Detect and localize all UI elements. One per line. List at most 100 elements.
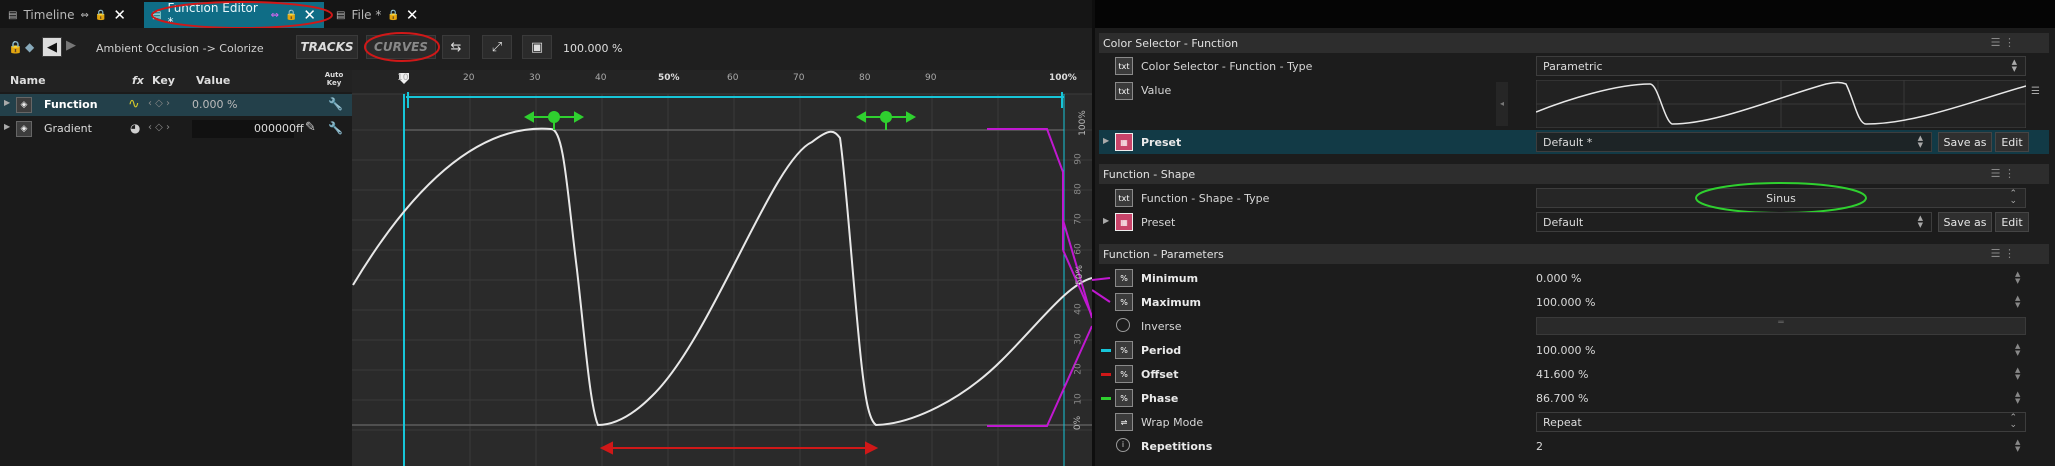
select-value: Parametric xyxy=(1543,59,1603,73)
collapse-icon[interactable]: ◂ xyxy=(1496,82,1508,126)
menu-icon[interactable]: ☰ ⋮ xyxy=(1991,167,2015,180)
spinner-icon[interactable]: ▲ ▼ xyxy=(2015,439,2020,453)
back-icon[interactable]: ◀ xyxy=(42,37,62,57)
chevron-updown-icon: ▲ ▼ xyxy=(1917,134,1923,149)
key-nav-icon[interactable]: ‹ ◇ › xyxy=(148,122,170,133)
section-title: Function - Parameters xyxy=(1103,247,1224,261)
v-ruler-tick: 40 xyxy=(1073,303,1084,315)
track-type-icon: ◈ xyxy=(16,97,32,113)
prop-minimum: % Minimum 0.000 % ▲ ▼ xyxy=(1099,266,2049,290)
wrap-mode-select[interactable]: Repeat ⌃ ⌄ xyxy=(1536,412,2026,432)
lock-icon[interactable]: 🔒 xyxy=(8,40,23,54)
picker-icon[interactable]: 🔧 xyxy=(328,121,343,135)
prop-label: Maximum xyxy=(1141,295,1201,309)
tab-file[interactable]: ▤ File * 🔒 ✕ xyxy=(328,2,438,28)
chevron-updown-icon: ▲ ▼ xyxy=(1917,214,1923,229)
curve-preview[interactable] xyxy=(1536,80,2026,128)
expand-icon[interactable]: ▶ xyxy=(1103,136,1109,145)
fit-all-icon[interactable]: ▣ xyxy=(522,35,552,59)
expand-icon[interactable]: ▶ xyxy=(1103,216,1109,225)
connector-lines xyxy=(1092,277,1111,303)
track-row-function[interactable]: ▶ ◈ Function ∿ ‹ ◇ › 0.000 % 🔧 xyxy=(0,94,352,116)
v-ruler-tick: 0% xyxy=(1073,415,1084,431)
ruler-tick: 30 xyxy=(529,73,541,83)
prop-label: Offset xyxy=(1141,367,1179,381)
lock-icon[interactable]: 🔒 xyxy=(95,10,107,21)
curve-canvas[interactable] xyxy=(352,70,1092,466)
track-type-icon: ◈ xyxy=(16,121,32,137)
chevron-updown-icon: ⌃ ⌄ xyxy=(2009,189,2017,206)
eyedropper-icon[interactable]: ✎ xyxy=(305,120,316,135)
floppy-icon: ▦ xyxy=(1115,213,1133,231)
prop-label: Minimum xyxy=(1141,271,1199,285)
picker-icon[interactable]: 🔧 xyxy=(328,97,343,111)
prop-shape-type: txt Function - Shape - Type Sinus ⌃ ⌄ xyxy=(1099,186,2049,210)
inverse-toggle[interactable]: ═ xyxy=(1536,317,2026,335)
prop-value[interactable]: 0.000 % xyxy=(1536,272,1581,285)
preset-select[interactable]: Default * ▲ ▼ xyxy=(1536,132,1932,152)
percent-icon: % xyxy=(1115,389,1133,407)
track-row-gradient[interactable]: ▶ ◈ Gradient ◕ ‹ ◇ › 000000ff ✎ 🔧 xyxy=(0,118,352,140)
key-nav-icon[interactable]: ‹ ◇ › xyxy=(148,98,170,109)
track-list-empty xyxy=(0,141,352,466)
spinner-icon[interactable]: ▲ ▼ xyxy=(2015,391,2020,405)
percent-icon: % xyxy=(1115,293,1133,311)
ruler-tick: 80 xyxy=(859,73,871,83)
prop-preset-1: ▶ ▦ Preset Default * ▲ ▼ Save as Edit xyxy=(1099,130,2049,154)
info-icon: i xyxy=(1116,438,1130,452)
spinner-icon[interactable]: ▲ ▼ xyxy=(2015,367,2020,381)
section-parameters[interactable]: Function - Parameters ☰ ⋮ xyxy=(1099,244,2049,264)
prop-value[interactable]: 2 xyxy=(1536,440,1543,453)
prop-label: Phase xyxy=(1141,391,1179,405)
v-ruler-tick: 20 xyxy=(1073,363,1084,375)
ruler-tick: 20 xyxy=(463,73,475,83)
menu-icon[interactable]: ☰ ⋮ xyxy=(1991,247,2015,260)
prop-value[interactable]: 100.000 % xyxy=(1536,296,1595,309)
tab-timeline[interactable]: ▤ Timeline ⇔ 🔒 ✕ xyxy=(0,2,144,28)
prop-label: Color Selector - Function - Type xyxy=(1141,59,1313,73)
preset-select[interactable]: Default ▲ ▼ xyxy=(1536,212,1932,232)
tracks-button[interactable]: TRACKS xyxy=(296,35,358,59)
prop-value[interactable]: 86.700 % xyxy=(1536,392,1588,405)
save-as-button[interactable]: Save as xyxy=(1938,132,1992,152)
prop-preset-2: ▶ ▦ Preset Default ▲ ▼ Save as Edit xyxy=(1099,210,2049,234)
loop-icon[interactable]: ⇆ xyxy=(442,35,470,59)
gradient-value[interactable]: 000000ff xyxy=(192,120,304,138)
curve-icon[interactable]: ∿ xyxy=(128,96,140,112)
pin-icon[interactable]: ◆ xyxy=(25,40,34,54)
track-value[interactable]: 0.000 % xyxy=(192,98,237,111)
name-column-header: Name xyxy=(10,74,46,87)
lock-icon[interactable]: 🔒 xyxy=(387,10,399,21)
panel-icon: ▤ xyxy=(336,9,346,21)
save-as-button[interactable]: Save as xyxy=(1938,212,1992,232)
chevron-updown-icon: ⌃ ⌄ xyxy=(2009,413,2017,430)
spinner-icon[interactable]: ▲ ▼ xyxy=(2015,343,2020,357)
expand-icon[interactable]: ▶ xyxy=(4,98,10,107)
prop-value[interactable]: 41.600 % xyxy=(1536,368,1588,381)
spinner-icon[interactable]: ▲ ▼ xyxy=(2015,271,2020,285)
spinner-icon[interactable]: ▲ ▼ xyxy=(2015,295,2020,309)
color-wheel-icon[interactable]: ◕ xyxy=(130,121,140,135)
edit-button[interactable]: Edit xyxy=(1995,212,2029,232)
panel-icon: ▤ xyxy=(8,9,18,21)
color-type-select[interactable]: Parametric ▲ ▼ xyxy=(1536,56,2026,76)
fit-selection-icon[interactable]: ⤢ xyxy=(482,35,512,59)
fit-icon[interactable]: ⇔ xyxy=(80,10,88,21)
v-ruler-tick: 30 xyxy=(1073,333,1084,345)
select-value: Default xyxy=(1543,215,1584,229)
floppy-icon: ▦ xyxy=(1115,133,1133,151)
close-icon[interactable]: ✕ xyxy=(406,6,419,24)
ruler-tick: 10 xyxy=(397,73,409,83)
expand-icon[interactable]: ▶ xyxy=(4,122,10,131)
section-title: Function - Shape xyxy=(1103,167,1196,181)
edit-button[interactable]: Edit xyxy=(1995,132,2029,152)
menu-icon[interactable]: ☰ ⋮ xyxy=(1991,36,2015,49)
txt-icon: txt xyxy=(1115,82,1133,100)
value-column-header: Value xyxy=(196,74,231,87)
menu-icon[interactable]: ☰ xyxy=(2031,86,2040,97)
forward-icon[interactable]: ▶ xyxy=(66,38,76,53)
close-icon[interactable]: ✕ xyxy=(113,6,126,24)
section-color-selector[interactable]: Color Selector - Function ☰ ⋮ xyxy=(1099,33,2049,53)
prop-value[interactable]: 100.000 % xyxy=(1536,344,1595,357)
section-shape[interactable]: Function - Shape ☰ ⋮ xyxy=(1099,164,2049,184)
